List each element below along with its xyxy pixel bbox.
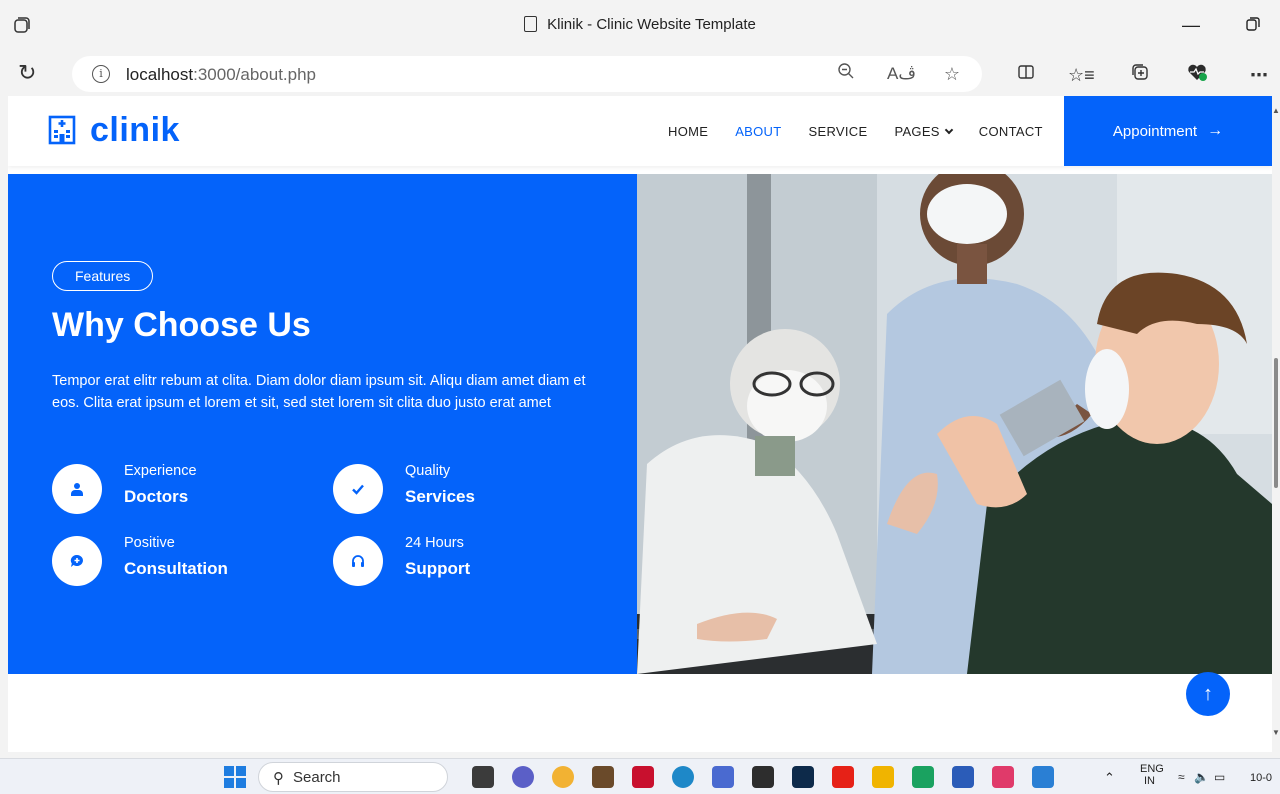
nav-home[interactable]: HOME	[668, 124, 708, 139]
medical-team-photo	[637, 174, 1272, 674]
task-view-icon[interactable]	[472, 766, 494, 788]
feature-small-text: Quality	[405, 463, 451, 479]
windows-taskbar: ⚲ Search ⌃ ENG IN ≈ 🔈 ▭ 10-0	[0, 758, 1280, 794]
terminal-icon[interactable]	[752, 766, 774, 788]
appointment-label: Appointment	[1112, 122, 1198, 140]
search-label: Search	[293, 769, 341, 786]
section-title: Why Choose Us	[52, 306, 311, 344]
app-icon[interactable]	[592, 766, 614, 788]
app-icon[interactable]	[992, 766, 1014, 788]
teams-chat-icon[interactable]	[512, 766, 534, 788]
why-choose-us-section: Features Why Choose Us Tempor erat elitr…	[8, 174, 637, 674]
feature-big-text: Doctors	[124, 487, 189, 506]
nav-pages-label: PAGES	[894, 123, 940, 139]
site-info-icon[interactable]: i	[92, 65, 110, 83]
language-indicator[interactable]: ENG IN	[1140, 763, 1164, 787]
vscode-icon[interactable]	[1032, 766, 1054, 788]
meet-icon[interactable]	[912, 766, 934, 788]
windows-start-icon[interactable]	[224, 766, 246, 788]
feature-services: Quality Services	[333, 461, 583, 517]
feature-big-text: Consultation	[124, 559, 228, 578]
chrome-icon[interactable]	[552, 766, 574, 788]
url-text[interactable]: localhost:3000/about.php	[126, 65, 316, 85]
main-nav: HOME ABOUT SERVICE PAGES CONTACT	[668, 96, 1070, 166]
scroll-up-icon[interactable]: ▲	[1272, 106, 1280, 115]
collections-icon[interactable]	[1127, 62, 1153, 88]
zoom-out-icon[interactable]	[834, 62, 858, 86]
browser-essentials-icon[interactable]	[1184, 62, 1210, 88]
feature-small-text: Experience	[124, 463, 197, 479]
photoshop-icon[interactable]	[792, 766, 814, 788]
site-navbar: clinik HOME ABOUT SERVICE PAGES CONTACT …	[8, 96, 1272, 166]
comment-icon	[52, 536, 102, 586]
youtube-icon[interactable]	[832, 766, 854, 788]
url-path: :3000/about.php	[193, 65, 317, 84]
hospital-icon	[48, 115, 76, 145]
brand-logo[interactable]: clinik	[48, 110, 180, 150]
appointment-button[interactable]: Appointment →	[1064, 96, 1272, 166]
battery-icon[interactable]: ▭	[1214, 770, 1225, 784]
file-explorer-icon[interactable]	[872, 766, 894, 788]
taskbar-search[interactable]: ⚲ Search	[258, 762, 448, 792]
feature-small-text: Positive	[124, 535, 175, 551]
read-aloud-icon[interactable]: Aڤ	[887, 62, 916, 86]
wifi-icon[interactable]: ≈	[1178, 770, 1185, 784]
language-bottom: IN	[1144, 775, 1155, 787]
medical-team-illustration	[637, 174, 1272, 674]
check-icon	[333, 464, 383, 514]
feature-big-text: Services	[405, 487, 475, 506]
browser-titlebar: Klinik - Clinic Website Template —	[0, 0, 1280, 52]
volume-icon[interactable]: 🔈	[1194, 770, 1209, 784]
mcafee-icon[interactable]	[632, 766, 654, 788]
nav-pages[interactable]: PAGES	[894, 123, 954, 139]
notepad-icon[interactable]	[712, 766, 734, 788]
window-title-text: Klinik - Clinic Website Template	[547, 16, 756, 33]
edge-icon[interactable]	[672, 766, 694, 788]
page-document-icon	[524, 16, 538, 32]
doctor-icon	[52, 464, 102, 514]
feature-small-text: 24 Hours	[405, 535, 464, 551]
language-top: ENG	[1140, 763, 1164, 775]
nav-contact[interactable]: CONTACT	[979, 124, 1043, 139]
restore-button[interactable]	[1230, 10, 1276, 40]
more-options-icon[interactable]: ⋯	[1246, 62, 1272, 88]
browser-toolbar: ↻ i localhost:3000/about.php Aڤ ☆ ☆≡ ⋯	[0, 52, 1280, 96]
minimize-button[interactable]: —	[1168, 10, 1214, 40]
favorites-icon[interactable]: ☆≡	[1068, 62, 1095, 88]
feature-support: 24 Hours Support	[333, 533, 583, 589]
search-icon: ⚲	[273, 770, 284, 787]
window-title: Klinik - Clinic Website Template	[0, 16, 1280, 33]
word-icon[interactable]	[952, 766, 974, 788]
nav-about[interactable]: ABOUT	[735, 124, 781, 139]
page-viewport: clinik HOME ABOUT SERVICE PAGES CONTACT …	[8, 96, 1272, 752]
screen: Klinik - Clinic Website Template — ↻ i l…	[0, 0, 1280, 794]
brand-name: clinik	[90, 110, 180, 149]
address-bar[interactable]: i localhost:3000/about.php Aڤ ☆	[72, 56, 982, 92]
feature-big-text: Support	[405, 559, 471, 578]
nav-service[interactable]: SERVICE	[809, 124, 868, 139]
features-badge: Features	[52, 261, 154, 291]
reload-icon[interactable]: ↻	[18, 61, 42, 85]
back-to-top-button[interactable]: ↑	[1186, 672, 1230, 716]
headphones-icon	[333, 536, 383, 586]
favorite-star-icon[interactable]: ☆	[940, 62, 964, 86]
feature-consultation: Positive Consultation	[52, 533, 302, 589]
url-host: localhost	[126, 65, 194, 84]
chevron-down-icon	[944, 125, 954, 134]
clock[interactable]: 10-0	[1250, 772, 1272, 784]
scrollbar-thumb[interactable]	[1274, 358, 1278, 488]
arrow-right-icon: →	[1207, 122, 1224, 139]
section-description: Tempor erat elitr rebum at clita. Diam d…	[52, 373, 586, 411]
chevron-up-icon[interactable]: ⌃	[1104, 770, 1115, 786]
scroll-down-icon[interactable]: ▼	[1272, 728, 1280, 737]
split-screen-icon[interactable]	[1013, 62, 1039, 88]
page-scrollbar[interactable]: ▲ ▼	[1272, 96, 1280, 752]
feature-doctors: Experience Doctors	[52, 461, 302, 517]
